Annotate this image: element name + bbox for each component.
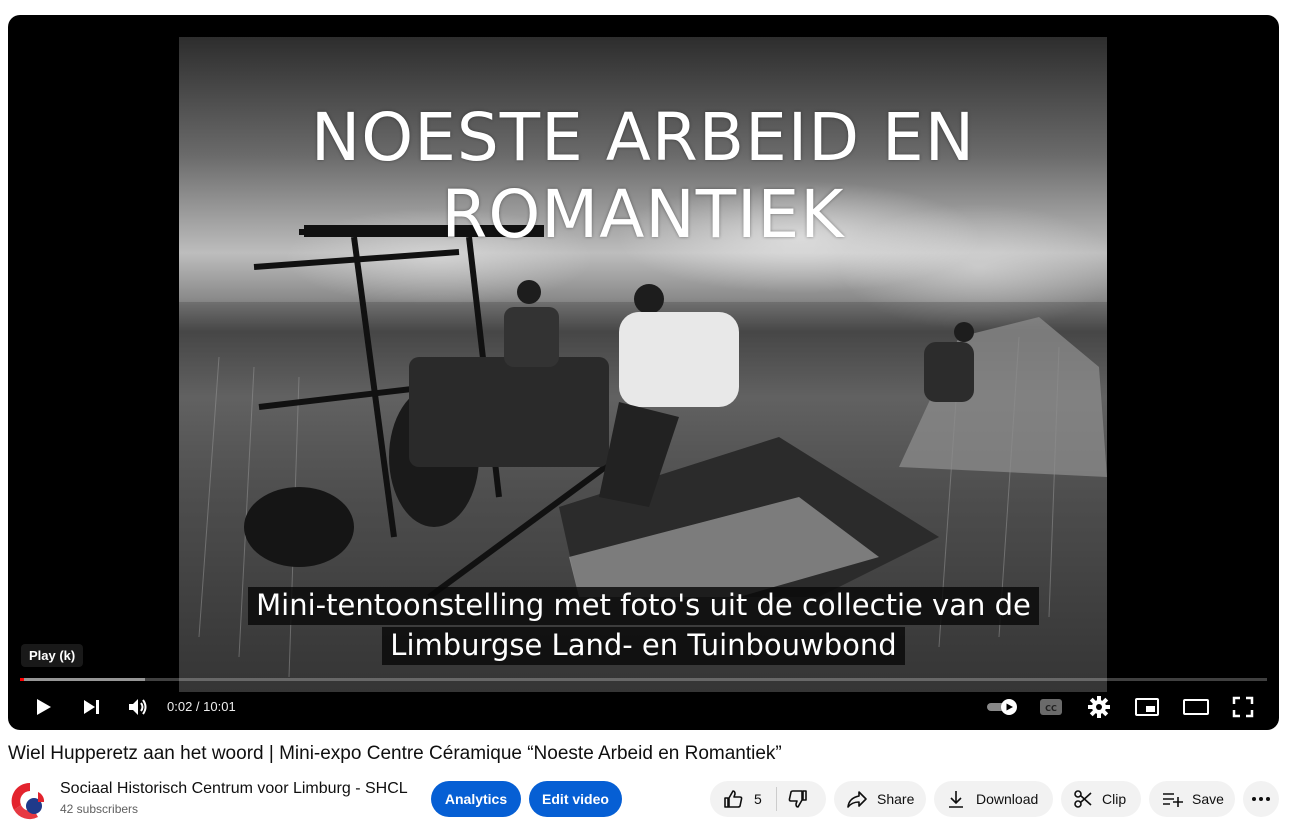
play-tooltip: Play (k) (21, 644, 84, 667)
play-icon (37, 699, 51, 715)
caption-line-2: Limburgse Land- en Tuinbouwbond (382, 627, 905, 665)
download-label: Download (976, 791, 1039, 807)
video-player[interactable]: NOESTE ARBEID EN ROMANTIEK Mini-tentoons… (8, 15, 1279, 730)
fullscreen-icon (1232, 696, 1254, 718)
save-button[interactable]: Save (1149, 781, 1235, 817)
play-button[interactable] (28, 691, 58, 723)
share-icon (845, 788, 869, 810)
closed-captions-icon: CC (1040, 699, 1062, 715)
fullscreen-button[interactable] (1228, 691, 1258, 723)
miniplayer-icon (1135, 698, 1159, 716)
miniplayer-button[interactable] (1132, 691, 1162, 723)
more-actions-button[interactable] (1243, 781, 1279, 817)
dislike-button[interactable] (787, 788, 809, 810)
channel-logo-icon (11, 782, 45, 820)
more-horizontal-icon (1252, 797, 1270, 801)
autoplay-toggle-icon (987, 699, 1017, 715)
volume-icon (129, 699, 147, 715)
video-title: Wiel Hupperetz aan het woord | Mini-expo… (8, 743, 782, 764)
like-divider (775, 787, 777, 811)
thumbs-down-icon (788, 790, 807, 808)
subscriber-count: 42 subscribers (60, 802, 139, 816)
analytics-button[interactable]: Analytics (431, 781, 521, 817)
progress-bar[interactable] (20, 678, 1267, 681)
settings-button[interactable] (1084, 691, 1114, 723)
thumbs-up-icon (724, 790, 743, 808)
channel-name[interactable]: Sociaal Historisch Centrum voor Limburg … (60, 780, 408, 798)
skip-next-icon (84, 700, 99, 714)
edit-video-button[interactable]: Edit video (529, 781, 622, 817)
like-dislike-group: 5 (710, 781, 826, 817)
playlist-add-icon (1160, 788, 1184, 810)
share-label: Share (877, 791, 915, 807)
next-button[interactable] (76, 691, 106, 723)
gear-icon (1088, 696, 1110, 718)
theater-mode-icon (1183, 699, 1209, 715)
time-display: 0:02 / 10:01 (167, 699, 236, 714)
progress-loaded (20, 678, 145, 681)
like-count: 5 (754, 791, 762, 807)
mute-button[interactable] (123, 691, 153, 723)
progress-played (20, 678, 24, 681)
video-overlay-title: NOESTE ARBEID EN ROMANTIEK (310, 99, 976, 253)
download-button[interactable]: Download (934, 781, 1053, 817)
share-button[interactable]: Share (834, 781, 926, 817)
captions: Mini-tentoonstelling met foto's uit de c… (8, 587, 1279, 665)
caption-line-1: Mini-tentoonstelling met foto's uit de c… (248, 587, 1039, 625)
clip-button[interactable]: Clip (1061, 781, 1141, 817)
player-controls: 0:02 / 10:01 CC (8, 691, 1279, 723)
clip-label: Clip (1102, 791, 1127, 807)
save-label: Save (1192, 791, 1224, 807)
autoplay-toggle[interactable] (983, 691, 1023, 723)
theater-mode-button[interactable] (1179, 691, 1213, 723)
captions-button[interactable]: CC (1036, 691, 1066, 723)
like-button[interactable]: 5 (722, 788, 762, 810)
scissors-icon (1072, 788, 1094, 810)
download-icon (946, 788, 966, 810)
channel-avatar[interactable] (8, 780, 48, 820)
svg-text:CC: CC (1045, 704, 1057, 713)
